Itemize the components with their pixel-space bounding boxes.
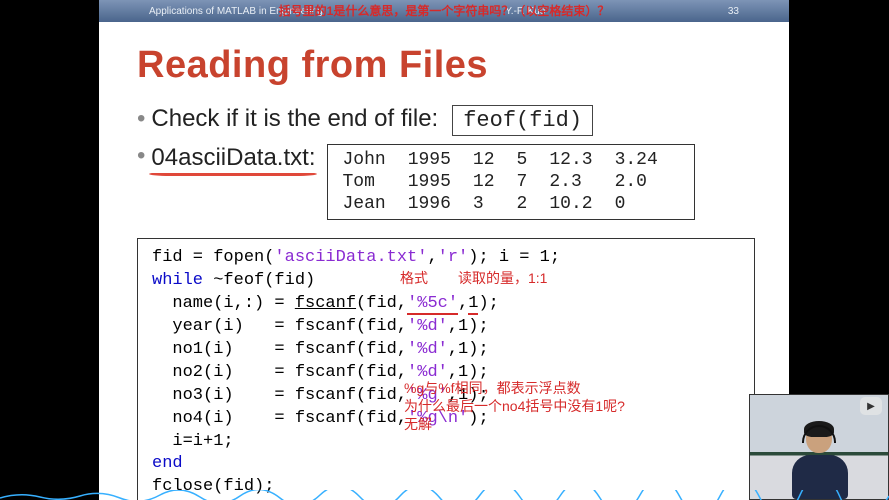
annotation-g-f: %g与%f相同，都表示浮点数 xyxy=(404,379,581,398)
cell: 3 xyxy=(473,193,517,215)
cell: 7 xyxy=(517,171,550,193)
code-pre: fid = fopen('asciiData.txt','r'); i = 1;… xyxy=(152,247,740,499)
data-table: John 1995 12 5 12.3 3.24 Tom 1995 12 7 xyxy=(327,144,694,220)
cell: 1995 xyxy=(408,149,473,171)
tv-logo-icon: ▶ xyxy=(860,397,882,415)
cell: 2 xyxy=(517,193,550,215)
table-row: John 1995 12 5 12.3 3.24 xyxy=(342,149,679,171)
feof-code: feof(fid) xyxy=(452,105,593,136)
annotation-no4-q: 为什么最后一个no4括号中没有1呢? xyxy=(404,397,625,416)
slide: Applications of MATLAB in Engineering Y.… xyxy=(99,0,789,500)
cell: 12 xyxy=(473,149,517,171)
header-page: 33 xyxy=(728,6,739,17)
cell: Jean xyxy=(342,193,407,215)
cell: 2.0 xyxy=(615,171,680,193)
bullet-2-text: 04asciiData.txt: xyxy=(151,144,315,171)
webcam-overlay: ▶ xyxy=(749,394,889,500)
annotation-format: 格式 xyxy=(400,269,428,288)
bullet-2-label: 04asciiData.txt: xyxy=(151,144,315,172)
cell: 5 xyxy=(517,149,550,171)
progress-waveform[interactable] xyxy=(0,490,889,500)
annotation-readcount: 读取的量，1:1 xyxy=(458,269,547,288)
cell: 2.3 xyxy=(549,171,614,193)
cell: 10.2 xyxy=(549,193,614,215)
cell: 3.24 xyxy=(615,149,680,171)
video-stage: Applications of MATLAB in Engineering Y.… xyxy=(0,0,889,500)
table-row: Tom 1995 12 7 2.3 2.0 xyxy=(342,171,679,193)
cell: John xyxy=(342,149,407,171)
annotation-unresolved: 无解 xyxy=(404,415,432,434)
slide-title: Reading from Files xyxy=(137,44,755,87)
bullet-2: • 04asciiData.txt: John 1995 12 5 12.3 3… xyxy=(137,144,755,220)
bullet-dot-icon: • xyxy=(137,107,145,131)
bullet-1-text: Check if it is the end of file: xyxy=(151,105,438,133)
cell: 12 xyxy=(473,171,517,193)
bullet-dot-icon: • xyxy=(137,144,145,168)
top-annotation: 括号里的1是什么意思，是第一个字符串吗？（以空格结束）？ xyxy=(279,2,610,19)
cell: Tom xyxy=(342,171,407,193)
bullet-1: • Check if it is the end of file: feof(f… xyxy=(137,105,755,136)
cell: 0 xyxy=(615,193,680,215)
cell: 12.3 xyxy=(549,149,614,171)
presenter-figure xyxy=(788,421,852,499)
slide-content: Reading from Files • Check if it is the … xyxy=(99,22,789,500)
cell: 1996 xyxy=(408,193,473,215)
table-row: Jean 1996 3 2 10.2 0 xyxy=(342,193,679,215)
code-block: fid = fopen('asciiData.txt','r'); i = 1;… xyxy=(137,238,755,500)
cell: 1995 xyxy=(408,171,473,193)
red-underline-icon xyxy=(149,172,317,176)
